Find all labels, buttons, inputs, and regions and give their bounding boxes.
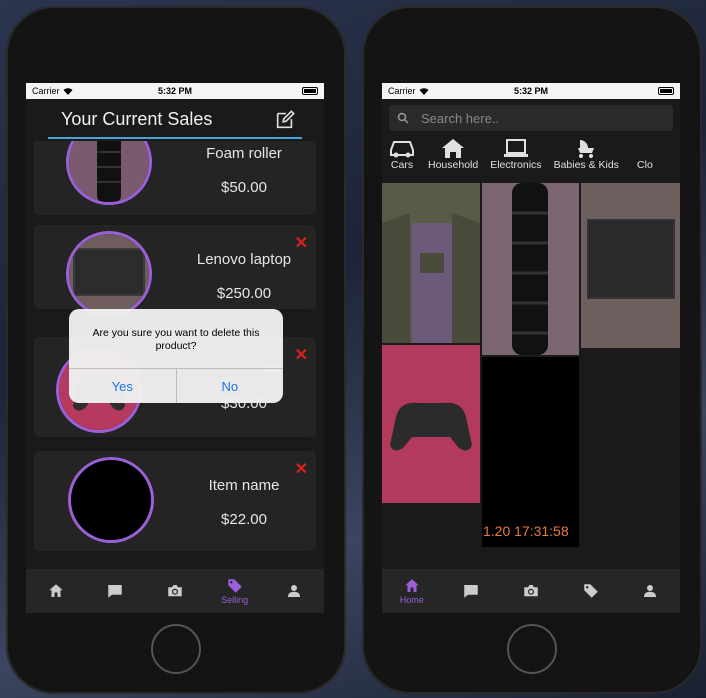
- no-button[interactable]: No: [175, 369, 284, 403]
- delete-icon[interactable]: ✕: [295, 459, 308, 479]
- tab-selling[interactable]: Selling: [210, 577, 260, 605]
- carrier-label: Carrier: [32, 86, 60, 96]
- home-icon: [49, 584, 63, 597]
- search-input[interactable]: Search here..: [389, 105, 673, 131]
- tab-profile[interactable]: [625, 582, 675, 600]
- edit-icon[interactable]: [274, 109, 296, 131]
- tab-camera[interactable]: [150, 582, 200, 600]
- carrier-label: Carrier: [388, 86, 416, 96]
- product-tile-dark[interactable]: [482, 357, 579, 547]
- tab-selling[interactable]: [566, 582, 616, 600]
- product-tile-foam-roller[interactable]: [482, 183, 579, 355]
- category-label: Clo: [637, 159, 653, 171]
- tab-home[interactable]: Home: [387, 577, 437, 605]
- person-icon: [288, 585, 301, 597]
- search-placeholder: Search here..: [421, 110, 500, 126]
- stroller-icon: [578, 140, 595, 158]
- product-tile-controller[interactable]: [382, 345, 480, 503]
- camera-icon: [168, 585, 182, 597]
- product-image-laptop: [66, 231, 152, 317]
- sales-header: Your Current Sales: [26, 99, 324, 141]
- product-tile-jacket[interactable]: [382, 183, 480, 343]
- camera-icon: [524, 585, 538, 597]
- search-icon: [397, 112, 409, 124]
- tab-messages[interactable]: [90, 582, 140, 600]
- category-cars[interactable]: Cars: [382, 137, 422, 173]
- chat-icon: [464, 585, 479, 598]
- dialog-message: Are you sure you want to delete this pro…: [92, 327, 260, 352]
- yes-button[interactable]: Yes: [69, 369, 176, 403]
- sale-card[interactable]: Item name $22.00 ✕: [34, 451, 316, 551]
- category-electronics[interactable]: Electronics: [484, 137, 547, 173]
- tab-home[interactable]: [31, 582, 81, 600]
- tag-icon: [227, 579, 242, 593]
- delete-icon[interactable]: ✕: [295, 345, 308, 365]
- sale-card[interactable]: Foam roller $50.00: [34, 141, 316, 215]
- category-label: Electronics: [490, 159, 542, 171]
- category-label: Household: [428, 159, 479, 171]
- tab-camera[interactable]: [506, 582, 556, 600]
- status-bar: Carrier 5:32 PM: [26, 83, 324, 99]
- tab-messages[interactable]: [446, 582, 496, 600]
- sale-card[interactable]: Lenovo laptop $250.00 ✕: [34, 225, 316, 317]
- laptop-icon: [503, 139, 528, 157]
- category-label: Cars: [390, 159, 414, 171]
- page-title: Your Current Sales: [61, 109, 213, 129]
- phone-frame-left: Carrier 5:32 PM Your Current Sales Foam …: [6, 6, 346, 694]
- product-price: $250.00: [216, 285, 272, 302]
- person-icon: [644, 585, 657, 597]
- house-icon: [442, 139, 465, 158]
- car-icon: [390, 141, 414, 158]
- home-icon: [405, 579, 419, 592]
- tag-icon: [583, 584, 598, 598]
- wifi-icon: [419, 88, 429, 95]
- product-name: Lenovo laptop: [196, 251, 292, 268]
- product-price: $50.00: [221, 179, 267, 196]
- tab-bar: Home: [382, 569, 680, 613]
- product-image-empty: [68, 457, 154, 543]
- category-bar: Cars Household Electronics Babies & Kids…: [382, 131, 680, 173]
- category-household[interactable]: Household: [422, 137, 484, 173]
- home-button[interactable]: [151, 624, 201, 674]
- phone-frame-right: Carrier 5:32 PM Search here.. Cars House…: [362, 6, 702, 694]
- header-underline: [48, 137, 302, 139]
- tab-bar: Selling: [26, 569, 324, 613]
- home-screen: Carrier 5:32 PM Search here.. Cars House…: [382, 83, 680, 613]
- product-grid: 1.20 17:31:58: [382, 183, 680, 563]
- product-tile-laptop[interactable]: [581, 183, 680, 348]
- timestamp-overlay: 1.20 17:31:58: [483, 523, 569, 539]
- delete-icon[interactable]: ✕: [295, 233, 308, 253]
- category-clothing[interactable]: Clo: [625, 137, 665, 173]
- tab-label: Selling: [221, 595, 249, 605]
- battery-icon: [658, 87, 674, 95]
- product-name: Item name: [208, 477, 280, 494]
- product-image-foam-roller: [66, 141, 152, 205]
- battery-icon: [302, 87, 318, 95]
- home-button[interactable]: [507, 624, 557, 674]
- tab-profile[interactable]: [269, 582, 319, 600]
- clothing-icon: [631, 137, 659, 159]
- chat-icon: [108, 585, 123, 598]
- category-label: Babies & Kids: [553, 159, 619, 171]
- delete-confirm-dialog: Are you sure you want to delete this pro…: [69, 309, 283, 403]
- status-bar: Carrier 5:32 PM: [382, 83, 680, 99]
- product-price: $22.00: [221, 511, 267, 528]
- tab-label: Home: [399, 595, 424, 605]
- product-name: Foam roller: [206, 145, 282, 162]
- wifi-icon: [63, 88, 73, 95]
- sales-screen: Carrier 5:32 PM Your Current Sales Foam …: [26, 83, 324, 613]
- category-babies-kids[interactable]: Babies & Kids: [548, 137, 625, 173]
